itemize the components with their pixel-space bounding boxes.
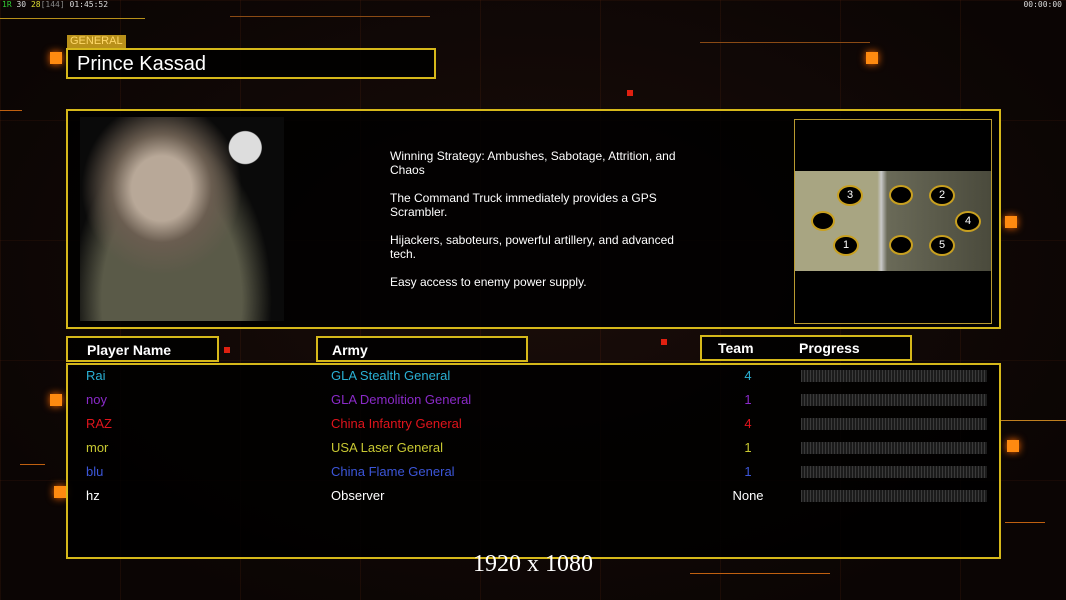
status-left: 1R 30 28[144] 01:45:52: [2, 0, 109, 9]
general-name: Prince Kassad: [66, 48, 436, 79]
map-slot: 5: [929, 235, 955, 256]
player-list: Rai GLA Stealth General 4 noy GLA Demoli…: [66, 363, 1001, 559]
player-team: 1: [744, 464, 752, 479]
player-row[interactable]: blu China Flame General 1: [68, 462, 1002, 486]
general-description: Winning Strategy: Ambushes, Sabotage, At…: [390, 149, 695, 289]
status-right-time: 00:00:00: [1023, 0, 1062, 9]
progress-bar: [801, 370, 987, 382]
general-portrait: [80, 117, 284, 321]
player-name: Rai: [86, 368, 106, 383]
general-label: GENERAL: [67, 35, 126, 48]
progress-bar: [801, 490, 987, 502]
header-team: Team: [718, 340, 754, 356]
player-army: USA Laser General: [331, 440, 444, 455]
player-team: None: [732, 488, 764, 503]
decor-square: [1007, 440, 1019, 452]
header-army: Army: [316, 336, 528, 362]
player-row[interactable]: Rai GLA Stealth General 4: [68, 366, 1002, 390]
player-army: China Flame General: [331, 464, 455, 479]
player-army: Observer: [331, 488, 385, 503]
map-slot: 1: [833, 235, 859, 256]
map-slot: 3: [837, 185, 863, 206]
general-info-panel: Winning Strategy: Ambushes, Sabotage, At…: [66, 109, 1001, 329]
player-name: noy: [86, 392, 107, 407]
player-name: hz: [86, 488, 100, 503]
decor-square: [50, 394, 62, 406]
description-line: The Command Truck immediately provides a…: [390, 191, 657, 219]
player-army: GLA Stealth General: [331, 368, 451, 383]
progress-bar: [801, 418, 987, 430]
player-name: blu: [86, 464, 104, 479]
player-team: 4: [744, 368, 752, 383]
decor-square: [50, 52, 62, 64]
header-team-progress: Team Progress: [700, 335, 912, 361]
resolution-label: 1920 x 1080: [473, 551, 593, 577]
player-row[interactable]: hz Observer None: [68, 486, 1002, 510]
progress-bar: [801, 442, 987, 454]
map-slot: 4: [955, 211, 981, 232]
progress-bar: [801, 394, 987, 406]
map-slot: 2: [929, 185, 955, 206]
player-name: mor: [86, 440, 109, 455]
header-player-name: Player Name: [66, 336, 219, 362]
progress-bar: [801, 466, 987, 478]
player-team: 4: [744, 416, 752, 431]
player-team: 1: [744, 392, 752, 407]
decor-square: [54, 486, 66, 498]
description-line: Winning Strategy: Ambushes, Sabotage, At…: [390, 149, 676, 177]
player-army: GLA Demolition General: [331, 392, 472, 407]
decor-square: [1005, 216, 1017, 228]
player-team: 1: [744, 440, 752, 455]
map-image: 3 2 4 1 5: [795, 171, 991, 271]
map-preview[interactable]: 3 2 4 1 5: [794, 119, 992, 324]
description-line: Hijackers, saboteurs, powerful artillery…: [390, 233, 674, 261]
header-progress: Progress: [799, 340, 860, 356]
player-row[interactable]: RAZ China Infantry General 4: [68, 414, 1002, 438]
player-name: RAZ: [86, 416, 112, 431]
player-row[interactable]: noy GLA Demolition General 1: [68, 390, 1002, 414]
description-line: Easy access to enemy power supply.: [390, 275, 587, 289]
player-army: China Infantry General: [331, 416, 462, 431]
player-row[interactable]: mor USA Laser General 1: [68, 438, 1002, 462]
decor-square: [866, 52, 878, 64]
